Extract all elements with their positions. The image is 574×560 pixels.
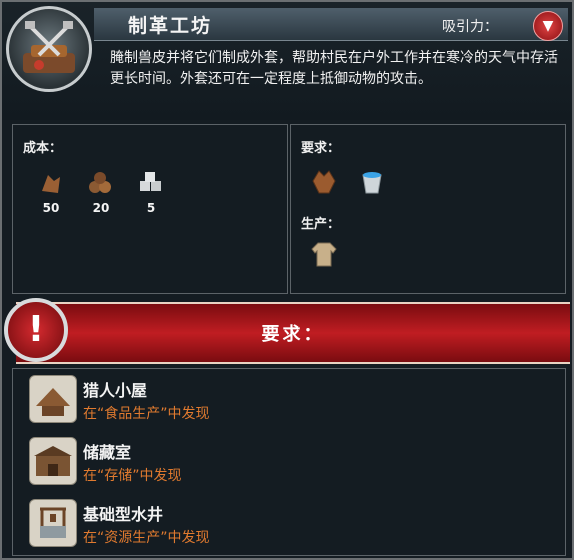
hide-icon xyxy=(42,175,60,193)
cost-item-stone: 5 xyxy=(133,169,169,215)
hunter-cabin-icon xyxy=(29,375,77,423)
building-name: 基础型水井 xyxy=(83,505,164,524)
cost-label: 成本： xyxy=(23,141,63,156)
building-location-hint: 在“存储”中发现 xyxy=(83,468,182,484)
stone-icon xyxy=(140,172,161,191)
cost-amount: 20 xyxy=(92,201,110,215)
requirements-section: 要求： 生产： xyxy=(290,124,566,294)
cost-amount: 5 xyxy=(146,201,156,215)
building-location-hint: 在“资源生产”中发现 xyxy=(83,530,210,546)
building-title: 制革工坊 xyxy=(128,15,213,37)
list-item[interactable]: 猎人小屋 在“食品生产”中发现 xyxy=(13,369,565,427)
building-name: 储藏室 xyxy=(83,443,132,462)
building-description: 腌制兽皮并将它们制成外套，帮助村民在户外工作并在寒冷的天气中存活更长时间。外套还… xyxy=(110,50,558,87)
required-buildings-list: 猎人小屋 在“食品生产”中发现 储藏室 在“存储”中发现 基础型水井 在“资源生… xyxy=(12,368,566,556)
cost-item-logs: 20 xyxy=(83,169,119,215)
chevron-down-icon[interactable]: ▼ xyxy=(533,11,563,41)
water-bucket-icon xyxy=(362,172,382,194)
building-portrait xyxy=(6,6,92,92)
well-icon xyxy=(29,499,77,547)
coat-icon xyxy=(311,242,337,267)
attraction-label: 吸引力： xyxy=(442,19,498,35)
alert-icon: ! xyxy=(4,298,68,362)
cost-amount: 50 xyxy=(42,201,60,215)
requirements-banner-label: 要求： xyxy=(261,324,325,345)
logs-icon xyxy=(89,172,111,193)
building-name: 猎人小屋 xyxy=(83,381,148,400)
building-info-panel: 制革工坊 吸引力： ▼ 腌制兽皮并将它们制成外套，帮助村民在户外工作并在寒冷的天… xyxy=(0,0,574,560)
cost-section: 成本： 50 20 5 xyxy=(12,124,288,294)
requirements-label: 要求： xyxy=(301,141,341,156)
list-item[interactable]: 储藏室 在“存储”中发现 xyxy=(13,431,565,489)
list-item[interactable]: 基础型水井 在“资源生产”中发现 xyxy=(13,493,565,551)
building-location-hint: 在“食品生产”中发现 xyxy=(83,406,210,422)
panel-header: 制革工坊 吸引力： ▼ 腌制兽皮并将它们制成外套，帮助村民在户外工作并在寒冷的天… xyxy=(2,2,572,120)
produce-label: 生产： xyxy=(301,217,341,232)
requirements-banner: 要求： xyxy=(16,302,570,364)
tannery-icon xyxy=(23,21,75,73)
cost-item-hide: 50 xyxy=(33,169,69,215)
pelt-icon xyxy=(312,170,336,194)
storehouse-icon xyxy=(29,437,77,485)
